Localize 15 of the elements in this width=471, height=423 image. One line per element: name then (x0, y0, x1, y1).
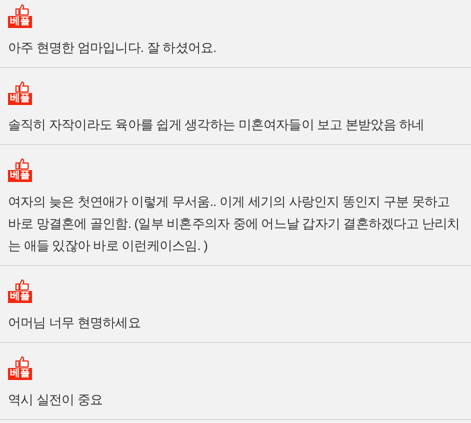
comment-text: 솔직히 자작이라도 육아를 쉽게 생각하는 미혼여자들이 보고 본받았음 하네 (8, 116, 426, 134)
best-badge: 베플 (8, 291, 32, 303)
thumbs-up-icon (15, 158, 29, 170)
thumbs-up-icon (15, 4, 29, 16)
best-badge: 베플 (8, 93, 32, 105)
comment-text: 아주 현명한 엄마입니다. 잘 하셨어요. (8, 39, 218, 57)
best-badge: 베플 (8, 170, 32, 182)
thumbs-up-icon (15, 81, 29, 93)
comment-text: 여자의 늦은 첫연애가 이렇게 무서움.. 이게 세기의 사랑인지 똥인지 구분 못하고 바로 망결혼에 골인함. (일부 비혼주의자 중에 어느날 갑자기 결혼하겠다고 난리치는 애들 있잖아 바로 이런케이스임. ) (8, 193, 461, 255)
best-badge: 베플 (8, 16, 32, 28)
comment-text: 역시 실전이 중요 (8, 391, 104, 409)
best-badge: 베플 (8, 368, 32, 380)
thumbs-up-icon (15, 279, 29, 291)
thumbs-up-icon (15, 356, 29, 368)
comment-text: 어머님 너무 현명하세요 (8, 314, 142, 332)
